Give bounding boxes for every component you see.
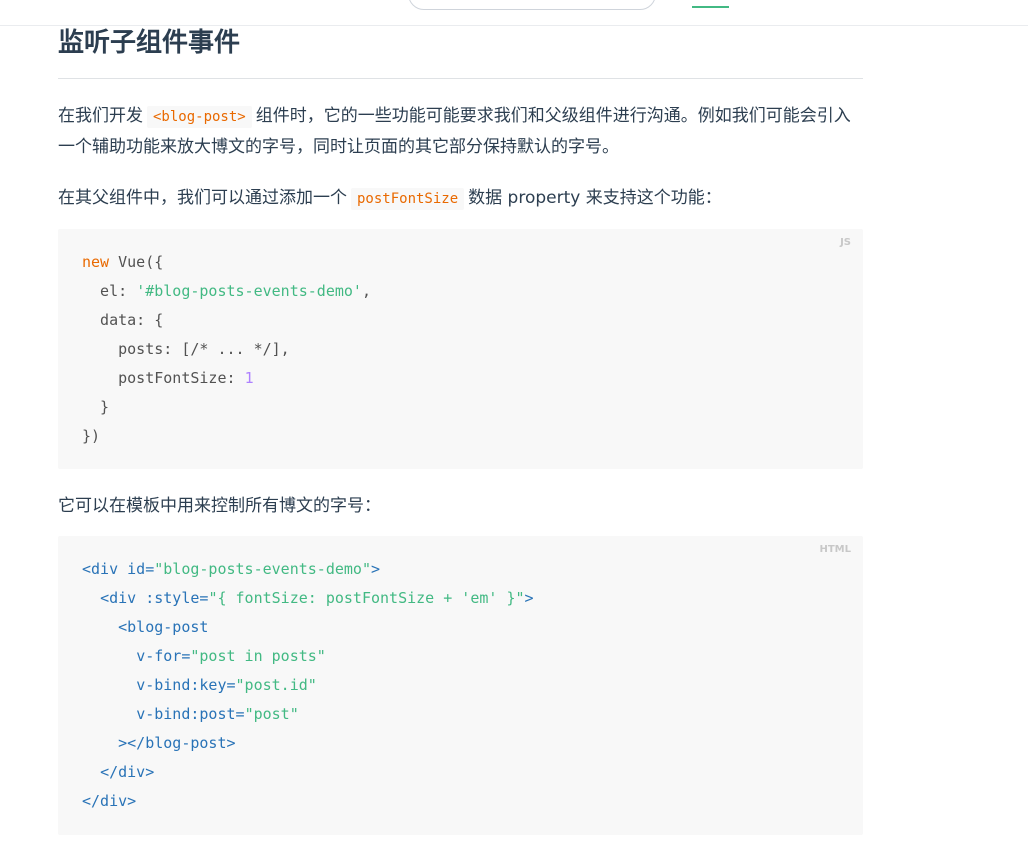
code-block-html: HTML <div id="blog-posts-events-demo"> <… [58,536,863,835]
code-token: '#blog-posts-events-demo' [136,282,362,300]
paragraph-intro: 在我们开发 <blog-post> 组件时，它的一些功能可能要求我们和父级组件进行沟… [58,101,863,162]
paragraph-parent: 在其父组件中，我们可以通过添加一个 postFontSize 数据 property… [58,183,863,214]
paragraph-intro-text-before: 在我们开发 [58,106,143,126]
code-line: el: '#blog-posts-events-demo', [82,282,371,300]
paragraph-parent-text-after: 数据 property 来支持这个功能： [468,188,722,208]
code-line: <blog-post [82,618,208,636]
section-heading: 监听子组件事件 [58,26,863,79]
code-token: }) [82,427,101,445]
code-line: }) [82,427,100,445]
code-token: id= [118,560,155,578]
code-lang-label: HTML [819,544,851,555]
code-token: <blog-post [118,618,209,636]
code-line: ></blog-post> [82,734,236,752]
code-token: <div [82,560,119,578]
code-token: > [524,589,534,607]
code-line: } [82,398,109,416]
code-content: new Vue({ el: '#blog-posts-events-demo',… [58,229,863,470]
code-line: new Vue({ [82,253,163,271]
code-token: v-for= [136,647,191,665]
code-token: <div [100,589,137,607]
top-navbar [0,0,1028,26]
code-token: postFontSize: [82,369,245,387]
code-token: data: { [82,311,164,329]
code-line: <div id="blog-posts-events-demo"> [82,560,380,578]
code-token: "post in posts" [190,647,326,665]
inline-code-blog-post: <blog-post> [147,106,252,128]
code-token: v-bind:post= [136,705,245,723]
code-line: </div> [82,763,154,781]
code-line: </div> [82,792,136,810]
code-token: "post.id" [235,676,317,694]
code-token: 1 [244,369,254,387]
nav-active-indicator [692,6,729,8]
search-input[interactable] [408,0,656,10]
code-token: v-bind:key= [136,676,236,694]
code-token: } [82,398,110,416]
inline-code-post-font-size: postFontSize [351,188,465,210]
code-token: > [371,560,381,578]
code-token: Vue({ [109,253,164,271]
code-line: <div :style="{ fontSize: postFontSize + … [82,589,534,607]
code-token: posts: [/* ... */], [82,340,290,358]
code-block-js: JS new Vue({ el: '#blog-posts-events-dem… [58,229,863,469]
code-line: posts: [/* ... */], [82,340,290,358]
code-token: ></blog-post> [118,734,236,752]
code-token: , [361,282,371,300]
paragraph-parent-text-before: 在其父组件中，我们可以通过添加一个 [58,188,347,208]
code-content: <div id="blog-posts-events-demo"> <div :… [58,536,863,835]
code-token: "{ fontSize: postFontSize + 'em' }" [208,589,525,607]
code-token: new [82,253,110,271]
code-line: data: { [82,311,163,329]
code-line: v-bind:key="post.id" [82,676,317,694]
code-token: </div> [100,763,155,781]
code-token: "post" [244,705,299,723]
code-line: v-bind:post="post" [82,705,299,723]
code-token: el: [82,282,137,300]
code-token: "blog-posts-events-demo" [154,560,371,578]
code-lang-label: JS [840,237,851,248]
code-line: postFontSize: 1 [82,369,254,387]
code-line: v-for="post in posts" [82,647,326,665]
code-token: </div> [82,792,137,810]
paragraph-template: 它可以在模板中用来控制所有博文的字号： [58,496,381,516]
code-token: :style= [136,589,209,607]
